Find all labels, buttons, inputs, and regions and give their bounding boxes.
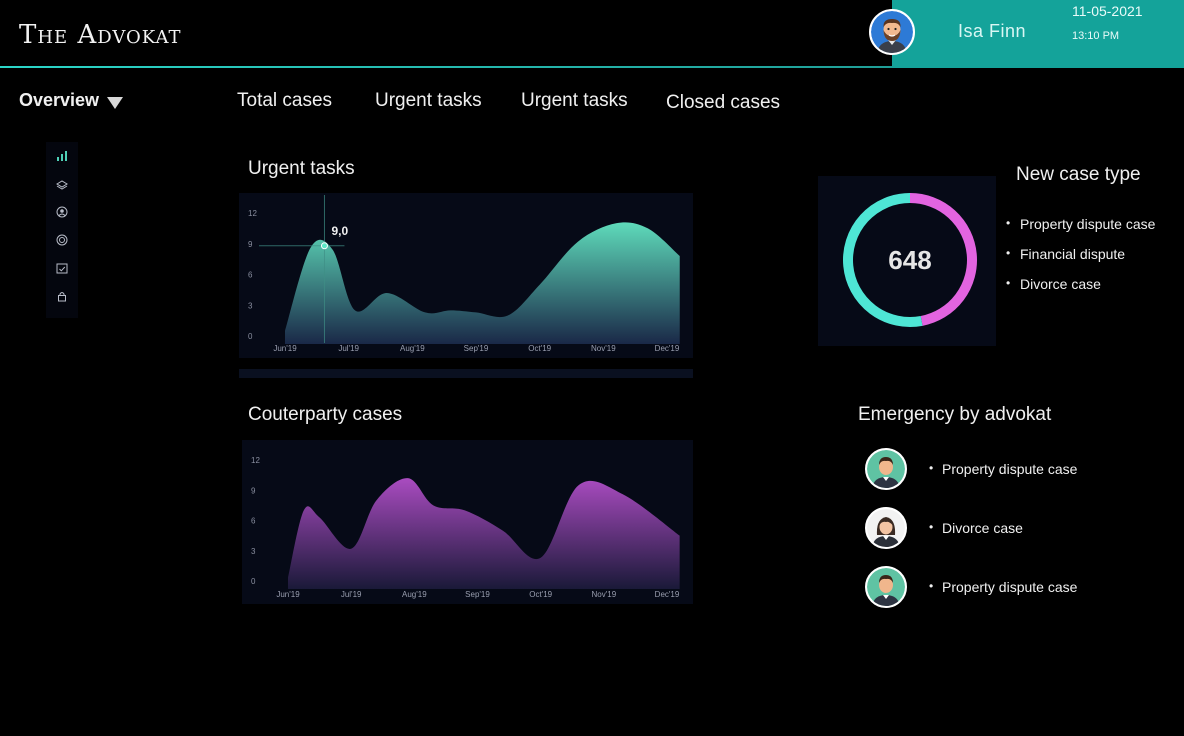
y-tick-label: 12 xyxy=(251,456,260,465)
x-tick-label: Jul'19 xyxy=(341,590,362,599)
lock-icon[interactable] xyxy=(55,289,69,303)
x-tick-label: Aug'19 xyxy=(402,590,427,599)
x-tick-label: Nov'19 xyxy=(592,590,617,599)
data-point-marker xyxy=(320,242,328,250)
urgent-tasks-chart: 0 3 6 9 12 Jun'19 Jul'19 Aug'19 Sep'19 Oct'19 Nov'… xyxy=(239,193,693,358)
x-tick-label: Jun'19 xyxy=(276,590,300,599)
bar-chart-icon[interactable] xyxy=(55,149,69,163)
emergency-row[interactable]: Divorce case xyxy=(865,507,1023,549)
x-tick-label: Nov'19 xyxy=(591,344,616,353)
caret-down-icon xyxy=(107,96,124,109)
layers-icon[interactable] xyxy=(55,178,69,192)
urgent-tasks-area-chart: 0 3 6 9 12 Jun'19 Jul'19 Aug'19 Sep'19 Oct'19 Nov'… xyxy=(248,195,680,353)
y-tick-label: 12 xyxy=(248,209,257,218)
counterparty-title: Couterparty cases xyxy=(248,404,403,425)
tab-urgent-tasks[interactable]: Urgent tasks xyxy=(375,90,482,112)
x-tick-label: Dec'19 xyxy=(655,590,680,599)
emergency-title: Emergency by advokat xyxy=(858,404,1052,425)
app-logo[interactable]: The Advokat xyxy=(19,20,182,50)
y-tick-label: 6 xyxy=(251,517,256,526)
counterparty-chart: 0 3 6 9 12 Jun'19 Jul'19 Aug'19 Sep'19 Oct'19 Nov'… xyxy=(242,440,693,604)
case-type-item: Divorce case xyxy=(1006,276,1155,292)
x-tick-label: Oct'19 xyxy=(528,344,551,353)
data-point-label: 9,0 xyxy=(331,224,348,238)
chart-scrollbar[interactable] xyxy=(239,369,693,378)
x-tick-label: Dec'19 xyxy=(655,344,680,353)
current-date: 11-05-2021 xyxy=(1072,3,1143,19)
x-tick-label: Jul'19 xyxy=(338,344,359,353)
case-type-item: Property dispute case xyxy=(1006,216,1155,232)
user-avatar[interactable] xyxy=(869,9,915,55)
overview-dropdown[interactable]: Overview xyxy=(19,90,124,111)
donut-center-value: 648 xyxy=(888,245,931,275)
male-avatar-icon xyxy=(865,566,907,608)
emergency-label: Divorce case xyxy=(929,520,1023,536)
target-icon[interactable] xyxy=(55,233,69,247)
x-tick-label: Sep'19 xyxy=(464,344,489,353)
female-avatar-icon xyxy=(865,507,907,549)
new-case-donut-panel: 648 xyxy=(818,176,996,346)
new-case-donut-chart: 648 xyxy=(843,193,977,327)
emergency-row[interactable]: Property dispute case xyxy=(865,448,1077,490)
calendar-check-icon[interactable] xyxy=(55,261,69,275)
user-circle-icon[interactable] xyxy=(55,205,69,219)
emergency-row[interactable]: Property dispute case xyxy=(865,566,1077,608)
x-tick-label: Jun'19 xyxy=(273,344,297,353)
y-tick-label: 9 xyxy=(248,240,253,249)
y-tick-label: 0 xyxy=(251,577,256,586)
x-tick-label: Sep'19 xyxy=(465,590,490,599)
tab-closed-cases[interactable]: Closed cases xyxy=(666,92,780,114)
y-tick-label: 3 xyxy=(248,301,253,310)
male-avatar-icon xyxy=(865,448,907,490)
overview-label: Overview xyxy=(19,90,100,110)
new-case-type-list: Property dispute case Financial dispute … xyxy=(1006,216,1155,306)
current-time: 13:10 PM xyxy=(1072,30,1120,42)
user-name: Isa Finn xyxy=(958,21,1027,41)
bearded-man-avatar-icon xyxy=(871,11,913,53)
tab-urgent-tasks-2[interactable]: Urgent tasks xyxy=(521,90,628,112)
urgent-tasks-title: Urgent tasks xyxy=(248,158,355,179)
y-tick-label: 6 xyxy=(248,271,253,280)
x-tick-label: Oct'19 xyxy=(529,590,552,599)
case-type-item: Financial dispute xyxy=(1006,246,1155,262)
series-area xyxy=(285,222,680,344)
header-divider xyxy=(0,66,892,68)
y-tick-label: 3 xyxy=(251,547,256,556)
x-tick-label: Aug'19 xyxy=(400,344,425,353)
counterparty-area-chart: 0 3 6 9 12 Jun'19 Jul'19 Aug'19 Sep'19 Oct'19 Nov'… xyxy=(251,456,680,599)
new-case-type-title: New case type xyxy=(1016,164,1141,185)
tab-total-cases[interactable]: Total cases xyxy=(237,90,332,112)
series-area xyxy=(288,478,680,589)
emergency-label: Property dispute case xyxy=(929,461,1077,477)
y-tick-label: 9 xyxy=(251,486,256,495)
y-tick-label: 0 xyxy=(248,332,253,341)
emergency-label: Property dispute case xyxy=(929,579,1077,595)
